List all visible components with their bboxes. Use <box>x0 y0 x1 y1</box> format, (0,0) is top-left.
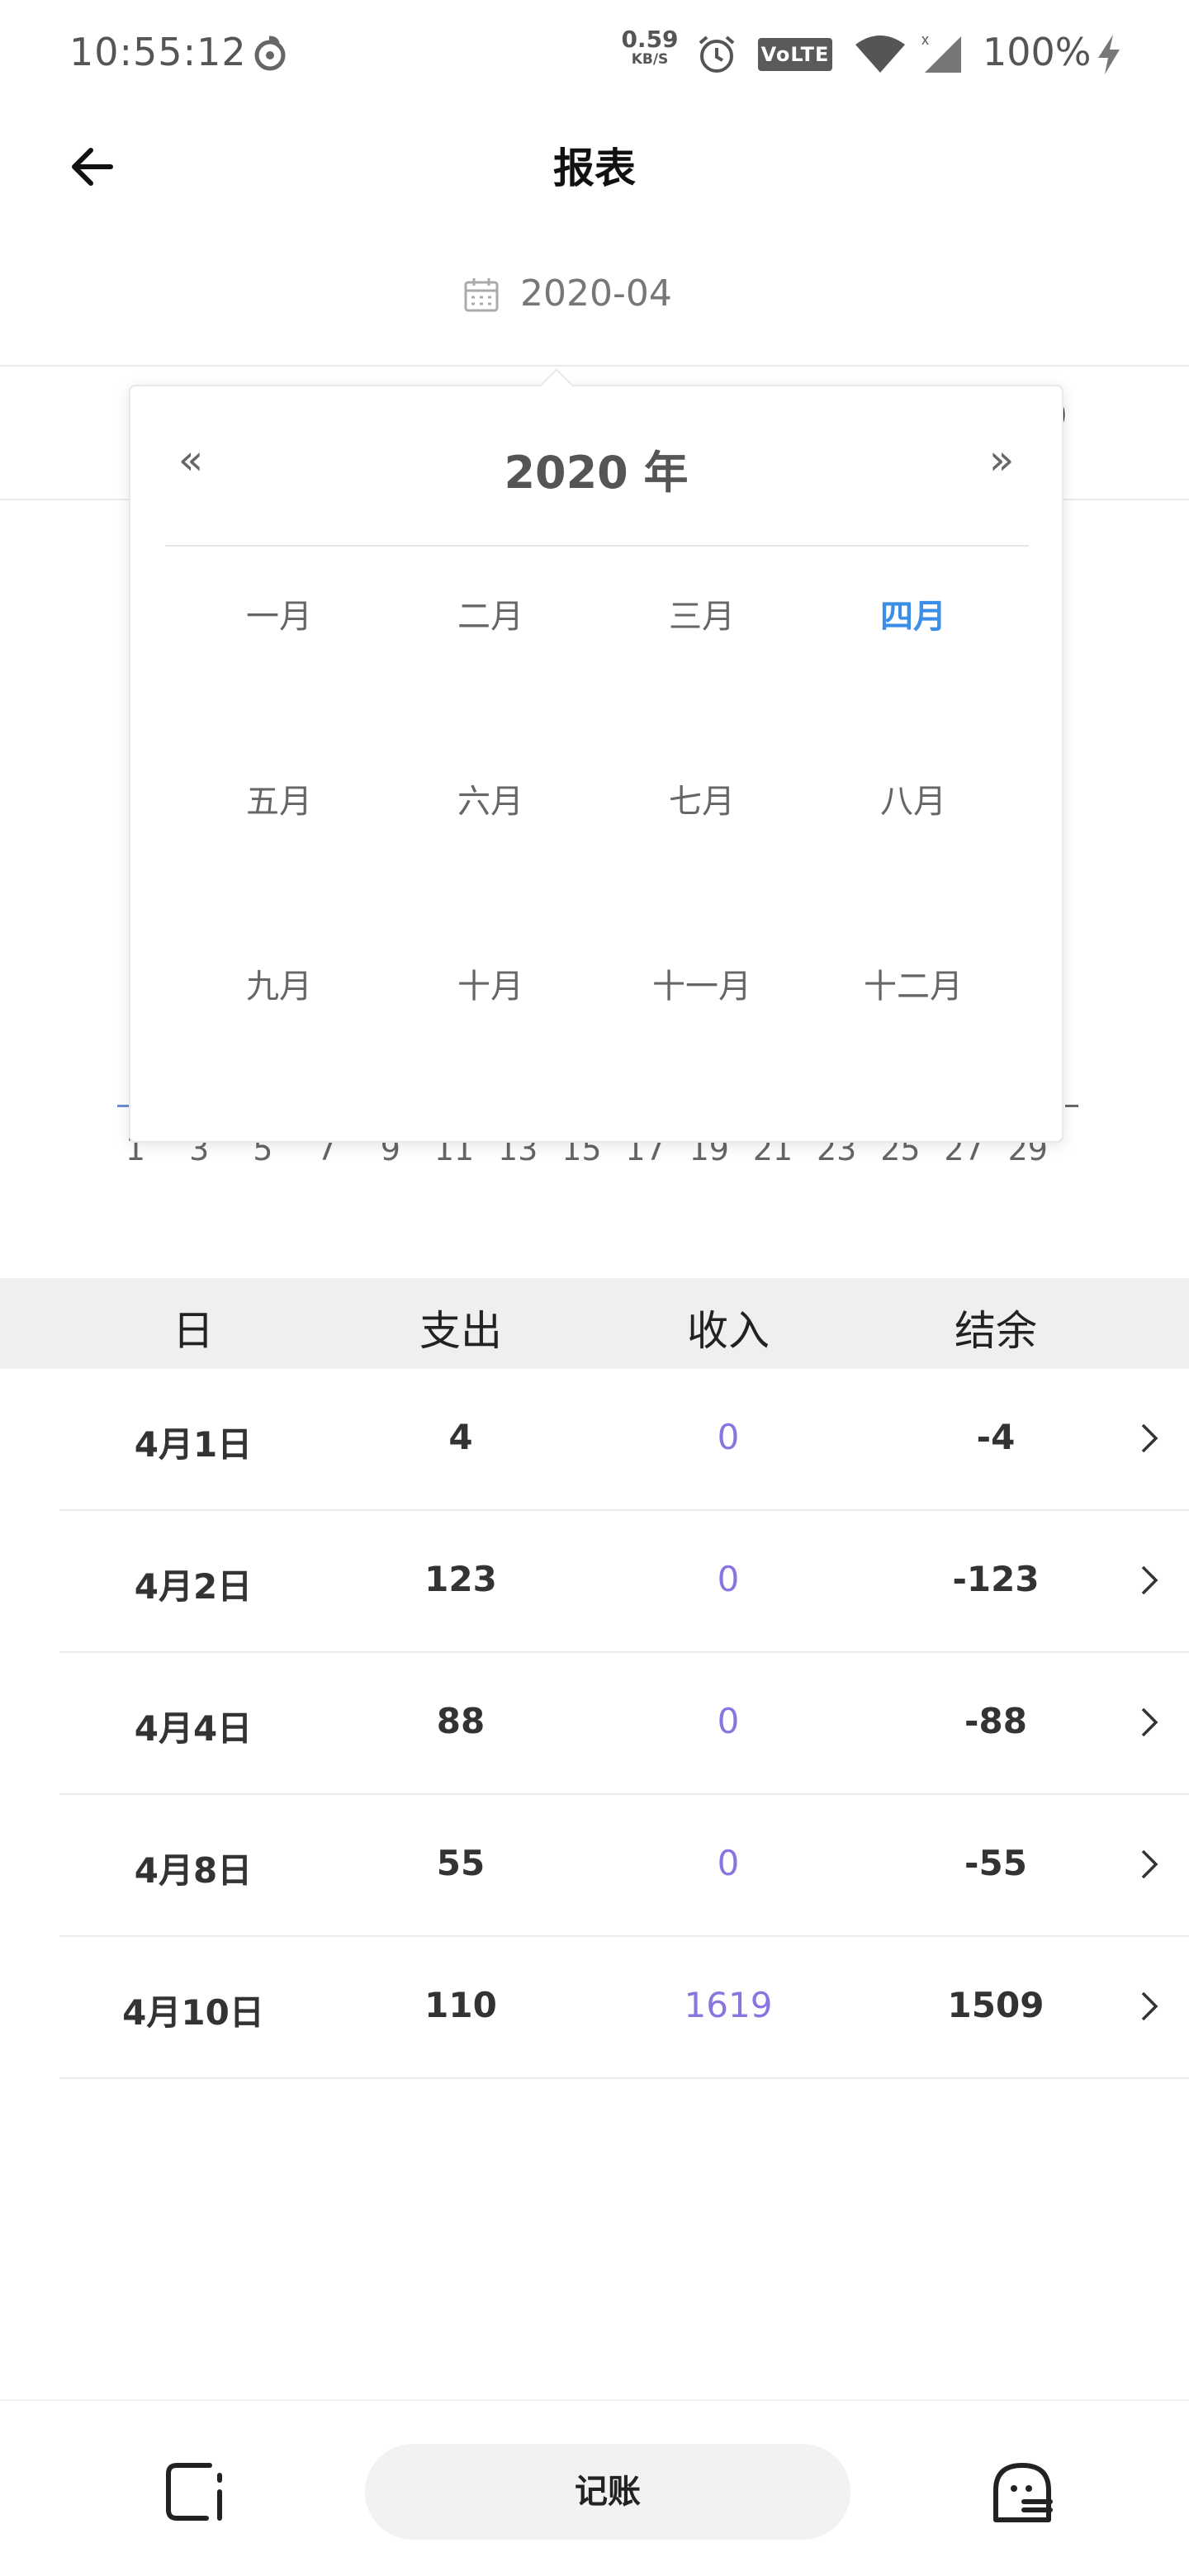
table-row[interactable]: 4月10日 110 1619 1509 <box>0 1937 1189 2079</box>
page-title: 报表 <box>553 144 636 192</box>
net-speed: 0.59 KB/S <box>621 26 679 68</box>
daily-table: 4月1日 4 0 -4 4月2日 123 0 -123 4月4日 88 0 -8… <box>0 1369 1189 2079</box>
month-picker-popover: « 2020 年 » 一月 二月 三月 四月 五月 六月 七月 八月 九月 十月… <box>129 385 1063 1143</box>
cell-day: 4月8日 <box>134 1850 253 1891</box>
month-option[interactable]: 十月 <box>385 963 596 1148</box>
cell-expense: 123 <box>424 1559 497 1599</box>
cell-expense: 88 <box>436 1701 486 1741</box>
picker-year-label: 2020 年 <box>504 447 689 499</box>
record-entry-button[interactable]: 记账 <box>365 2444 850 2540</box>
next-year-button[interactable]: » <box>981 436 1022 484</box>
table-row[interactable]: 4月8日 55 0 -55 <box>0 1795 1189 1937</box>
cell-income: 0 <box>717 1843 740 1883</box>
alarm-icon <box>699 36 735 73</box>
chevron-right-icon <box>1141 1849 1158 1879</box>
battery-percent: 100% <box>983 30 1092 74</box>
calendar-icon <box>464 278 499 312</box>
cell-income: 1619 <box>684 1985 773 2025</box>
month-option[interactable]: 八月 <box>808 778 1019 963</box>
cell-expense: 4 <box>448 1417 473 1457</box>
cell-balance: -4 <box>976 1417 1016 1457</box>
chart-axis-mark <box>1065 1105 1078 1107</box>
cell-balance: -55 <box>964 1843 1027 1883</box>
column-header-day: 日 <box>173 1307 214 1355</box>
cell-income: 0 <box>717 1701 740 1741</box>
month-option[interactable]: 十二月 <box>808 963 1019 1148</box>
charging-icon <box>1098 35 1120 74</box>
wifi-icon <box>855 36 905 73</box>
netease-music-icon <box>254 36 286 71</box>
column-header-balance: 结余 <box>955 1307 1037 1355</box>
cell-balance: -88 <box>964 1701 1027 1741</box>
chevron-right-icon <box>1141 1707 1158 1737</box>
status-time: 10:55:12 <box>69 30 247 74</box>
status-bar: 10:55:12 0.59 KB/S VoLTE x 100% <box>0 0 1189 107</box>
month-option[interactable]: 七月 <box>596 778 808 963</box>
month-option[interactable]: 五月 <box>173 778 385 963</box>
month-grid: 一月 二月 三月 四月 五月 六月 七月 八月 九月 十月 十一月 十二月 <box>173 593 1019 1148</box>
table-row[interactable]: 4月2日 123 0 -123 <box>0 1511 1189 1653</box>
profile-tab-icon[interactable] <box>988 2457 1057 2526</box>
chevron-right-icon <box>1141 1991 1158 2021</box>
table-row[interactable]: 4月4日 88 0 -88 <box>0 1653 1189 1795</box>
month-option-selected[interactable]: 四月 <box>808 593 1019 778</box>
cell-income: 0 <box>717 1417 740 1457</box>
chevron-right-icon <box>1141 1423 1158 1453</box>
cell-day: 4月1日 <box>134 1424 253 1465</box>
cell-day: 4月2日 <box>134 1566 253 1607</box>
row-divider <box>59 2077 1189 2079</box>
month-option[interactable]: 六月 <box>385 778 596 963</box>
svg-text:x: x <box>921 31 929 48</box>
selected-month-value: 2020-04 <box>520 272 672 315</box>
bottom-bar: 记账 <box>0 2399 1189 2576</box>
table-row[interactable]: 4月1日 4 0 -4 <box>0 1369 1189 1511</box>
month-selector[interactable]: 2020-04 <box>446 264 743 322</box>
divider <box>0 365 1189 367</box>
month-option[interactable]: 二月 <box>385 593 596 778</box>
cell-day: 4月4日 <box>134 1708 253 1749</box>
table-header: 日 支出 收入 结余 <box>0 1278 1189 1369</box>
chevron-right-icon <box>1141 1565 1158 1595</box>
cell-day: 4月10日 <box>122 1992 264 2033</box>
picker-divider <box>165 545 1029 547</box>
month-option[interactable]: 十一月 <box>596 963 808 1148</box>
signal-icon: x <box>921 31 961 73</box>
month-option[interactable]: 一月 <box>173 593 385 778</box>
column-header-expense: 支出 <box>419 1307 502 1355</box>
column-header-income: 收入 <box>687 1307 770 1355</box>
cell-balance: -123 <box>952 1559 1040 1599</box>
volte-badge: VoLTE <box>758 38 832 71</box>
cell-balance: 1509 <box>947 1985 1045 2025</box>
cell-expense: 110 <box>424 1985 497 2025</box>
cell-income: 0 <box>717 1559 740 1599</box>
report-tab-icon[interactable] <box>162 2459 228 2525</box>
month-option[interactable]: 九月 <box>173 963 385 1148</box>
app-header: 报表 <box>0 107 1189 223</box>
cell-expense: 55 <box>436 1843 486 1883</box>
month-option[interactable]: 三月 <box>596 593 808 778</box>
